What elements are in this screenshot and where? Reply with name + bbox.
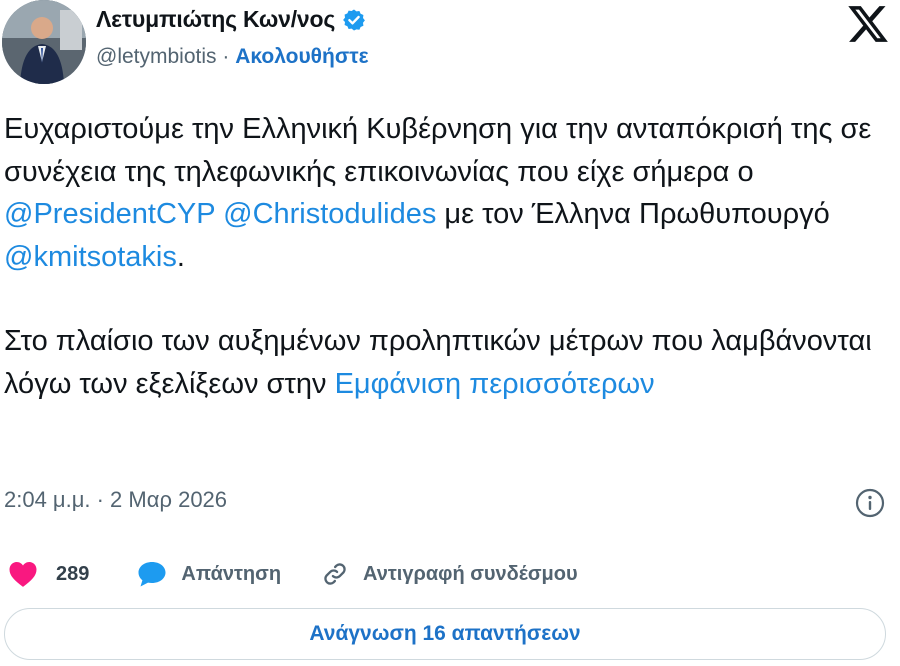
tweet-paragraph-2: Στο πλαίσιο των αυξημένων προληπτικών μέ… [4, 320, 894, 405]
speech-bubble-icon [137, 560, 167, 588]
display-name[interactable]: Λετυμπιώτης Κων/νος [96, 6, 366, 33]
verified-badge-icon [342, 8, 366, 32]
tweet-text-segment: με τον Έλληνα Πρωθυπουργό [436, 198, 830, 230]
follow-button[interactable]: Ακολουθήστε [235, 45, 368, 68]
profile-photo [2, 0, 86, 84]
copy-link-label: Αντιγραφή συνδέσμου [363, 562, 578, 585]
separator: · [222, 45, 230, 68]
tweet-text-segment: Ευχαριστούμε την Ελληνική Κυβέρνηση για … [4, 113, 872, 188]
mention-link[interactable]: @kmitsotakis [4, 241, 177, 273]
copy-link-button[interactable]: Αντιγραφή συνδέσμου [321, 560, 578, 588]
tweet-actions: 289 Απάντηση Αντιγραφή συνδέσμου [8, 556, 578, 592]
tweet-paragraph-1: Ευχαριστούμε την Ελληνική Κυβέρνηση για … [4, 108, 894, 278]
reply-label: Απάντηση [181, 562, 282, 585]
link-icon [321, 560, 349, 588]
avatar[interactable] [2, 0, 86, 84]
info-icon[interactable] [854, 487, 886, 519]
tweet-text-segment: . [176, 240, 185, 273]
handle[interactable]: @letymbiotis [96, 45, 217, 68]
show-more-link[interactable]: Εμφάνιση περισσότερων [335, 368, 655, 400]
mention-link[interactable]: @PresidentCYP [4, 198, 215, 230]
handle-row: @letymbiotis · Ακολουθήστε [96, 45, 369, 69]
heart-icon [8, 560, 38, 588]
display-name-text[interactable]: Λετυμπιώτης Κων/νος [96, 6, 335, 33]
like-count: 289 [56, 562, 90, 585]
reply-button[interactable]: Απάντηση [137, 560, 281, 588]
like-button[interactable]: 289 [8, 560, 89, 588]
x-logo-icon[interactable] [846, 2, 890, 46]
tweet-text-segment [215, 198, 223, 230]
timestamp[interactable]: 2:04 μ.μ. · 2 Μαρ 2026 [4, 487, 227, 513]
mention-link[interactable]: @Christodulides [223, 198, 436, 230]
tweet-text: Ευχαριστούμε την Ελληνική Κυβέρνηση για … [4, 108, 894, 405]
read-replies-button[interactable]: Ανάγνωση 16 απαντήσεων [4, 608, 886, 660]
